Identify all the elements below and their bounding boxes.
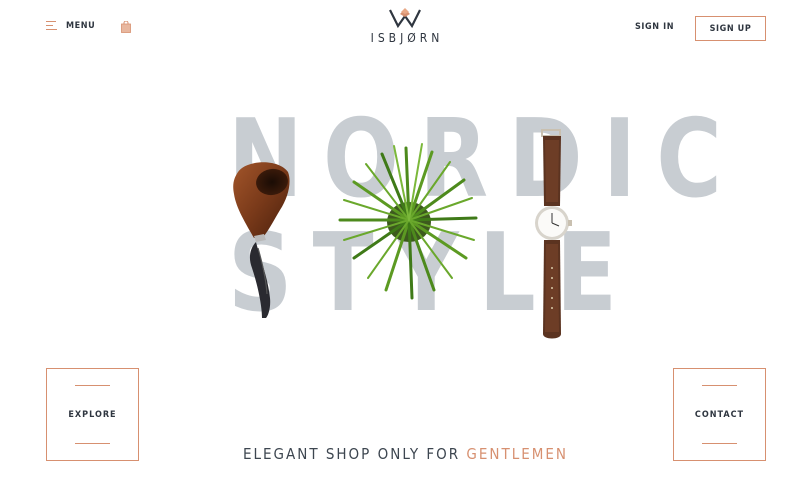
sign-up-button[interactable]: SIGN UP (695, 16, 766, 41)
hamburger-icon (46, 20, 58, 32)
explore-top-line (75, 385, 110, 386)
tagline: ELEGANT SHOP ONLY FOR GENTLEMEN (0, 445, 811, 463)
watch-image (535, 129, 572, 339)
sign-in-link[interactable]: SIGN IN (635, 22, 674, 32)
logo-text: ISBJØRN (370, 31, 444, 45)
contact-bottom-line (702, 443, 737, 444)
explore-label: EXPLORE (68, 409, 117, 420)
explore-bottom-line (75, 443, 110, 444)
contact-top-line (702, 385, 737, 386)
bear-mountain-logo-icon (389, 8, 421, 29)
contact-label: CONTACT (694, 409, 745, 420)
sign-up-label: SIGN UP (709, 23, 752, 34)
logo[interactable]: ISBJØRN (360, 6, 450, 45)
shopping-bag-icon[interactable] (121, 21, 131, 33)
plant-image (338, 143, 478, 300)
tagline-text: ELEGANT SHOP ONLY FOR (242, 445, 467, 463)
pipe-image (233, 162, 290, 318)
tagline-accent: GENTLEMEN (466, 445, 569, 463)
menu-label: MENU (66, 21, 96, 31)
menu-button[interactable]: MENU (46, 20, 95, 32)
